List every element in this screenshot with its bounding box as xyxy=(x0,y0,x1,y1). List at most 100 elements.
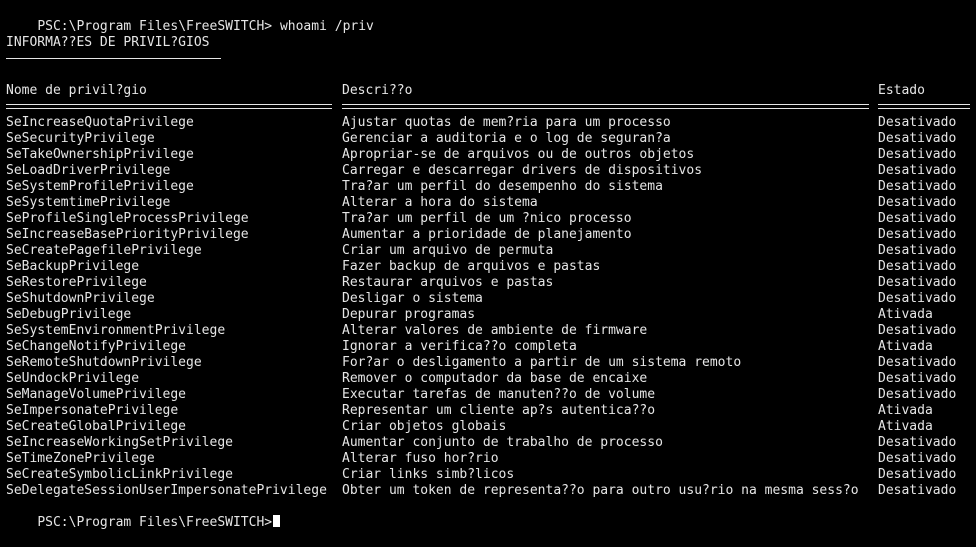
table-row: SeSystemtimePrivilege Alterar a hora do s… xyxy=(6,195,970,211)
table-row: SeLoadDriverPrivilege Carregar e descarre… xyxy=(6,163,970,179)
header-rule-state xyxy=(878,104,970,109)
privilege-description: Apropriar-se de arquivos ou de outros ob… xyxy=(342,147,695,162)
table-row: SeTimeZonePrivilege Alterar fuso hor?rio D… xyxy=(6,451,970,467)
privilege-state: Desativado xyxy=(878,435,957,450)
privilege-state: Desativado xyxy=(878,131,957,146)
command-text: whoami /priv xyxy=(279,19,374,34)
table-row: SeImpersonatePrivilege Representar um cli… xyxy=(6,403,970,419)
final-prompt-line[interactable]: PSC:\Program Files\FreeSWITCH> xyxy=(6,499,281,530)
table-row: SeTakeOwnershipPrivilege Apropriar-se de … xyxy=(6,147,970,163)
privilege-state: Desativado xyxy=(878,467,957,482)
table-row: SeUndockPrivilege Remover o computador da… xyxy=(6,371,970,387)
privilege-description: Criar um arquivo de permuta xyxy=(342,243,554,258)
table-row: SeSecurityPrivilege Gerenciar a auditoria… xyxy=(6,131,970,147)
privilege-state: Desativado xyxy=(878,243,957,258)
privilege-state: Desativado xyxy=(878,211,957,226)
privilege-name: SeIncreaseBasePriorityPrivilege xyxy=(6,227,249,242)
privilege-name: SeProfileSingleProcessPrivilege xyxy=(6,211,249,226)
privilege-name: SeSystemtimePrivilege xyxy=(6,195,171,210)
prompt: PSC:\Program Files\FreeSWITCH> xyxy=(37,19,273,34)
privilege-description: Executar tarefas de manuten??o de volume xyxy=(342,387,656,402)
privilege-name: SeImpersonatePrivilege xyxy=(6,403,179,418)
privilege-state: Desativado xyxy=(878,163,957,178)
privilege-name: SeIncreaseWorkingSetPrivilege xyxy=(6,435,233,450)
privilege-state: Desativado xyxy=(878,291,957,306)
privilege-name: SeShutdownPrivilege xyxy=(6,291,155,306)
privilege-state: Desativado xyxy=(878,147,957,162)
privilege-state: Desativado xyxy=(878,195,957,210)
privilege-name: SeIncreaseQuotaPrivilege xyxy=(6,115,194,130)
section-title-underline xyxy=(6,58,221,59)
terminal-window[interactable]: PSC:\Program Files\FreeSWITCH> whoami /p… xyxy=(0,0,976,530)
command-line: PSC:\Program Files\FreeSWITCH> whoami /p… xyxy=(6,3,374,34)
privilege-state: Desativado xyxy=(878,323,957,338)
table-row: SeRestorePrivilege Restaurar arquivos e p… xyxy=(6,275,970,291)
table-row: SeIncreaseWorkingSetPrivilege Aumentar co… xyxy=(6,435,970,451)
section-title: INFORMA??ES DE PRIVIL?GIOS xyxy=(6,35,210,50)
privilege-description: Representar um cliente ap?s autentica??o xyxy=(342,403,656,418)
privilege-name: SeSystemProfilePrivilege xyxy=(6,179,194,194)
header-rule-name xyxy=(6,104,332,109)
privilege-name: SeUndockPrivilege xyxy=(6,371,140,386)
table-row: SeShutdownPrivilege Desligar o sistema Des… xyxy=(6,291,970,307)
privilege-name: SeSecurityPrivilege xyxy=(6,131,155,146)
privilege-description: Alterar a hora do sistema xyxy=(342,195,538,210)
header-state: Estado xyxy=(878,83,925,98)
privilege-state: Ativada xyxy=(878,419,933,434)
header-description: Descri??o xyxy=(342,83,413,98)
privilege-name: SeManageVolumePrivilege xyxy=(6,387,187,402)
privilege-state: Desativado xyxy=(878,179,957,194)
privilege-name: SeCreateGlobalPrivilege xyxy=(6,419,187,434)
privilege-state: Desativado xyxy=(878,227,957,242)
privilege-description: Criar objetos globais xyxy=(342,419,507,434)
table-row: SeCreateSymbolicLinkPrivilege Criar links… xyxy=(6,467,970,483)
privilege-description: Alterar fuso hor?rio xyxy=(342,451,499,466)
privilege-name: SeSystemEnvironmentPrivilege xyxy=(6,323,226,338)
privilege-name: SeChangeNotifyPrivilege xyxy=(6,339,187,354)
privilege-description: Aumentar conjunto de trabalho de process… xyxy=(342,435,663,450)
privilege-state: Desativado xyxy=(878,371,957,386)
privilege-description: Gerenciar a auditoria e o log de seguran… xyxy=(342,131,671,146)
table-row: SeManageVolumePrivilege Executar tarefas … xyxy=(6,387,970,403)
table-row: SeRemoteShutdownPrivilege For?ar o deslig… xyxy=(6,355,970,371)
privilege-description: Restaurar arquivos e pastas xyxy=(342,275,554,290)
privilege-description: Criar links simb?licos xyxy=(342,467,515,482)
privilege-state: Desativado xyxy=(878,115,957,130)
header-rule-description xyxy=(342,104,869,109)
privilege-state: Desativado xyxy=(878,451,957,466)
text-cursor xyxy=(273,515,281,527)
privilege-state: Ativada xyxy=(878,339,933,354)
privilege-state: Desativado xyxy=(878,483,957,498)
table-row: SeCreatePagefilePrivilege Criar um arquiv… xyxy=(6,243,970,259)
privilege-description: Ignorar a verifica??o completa xyxy=(342,339,577,354)
privilege-name: SeTakeOwnershipPrivilege xyxy=(6,147,194,162)
table-row: SeCreateGlobalPrivilege Criar objetos glo… xyxy=(6,419,970,435)
table-row: SeSystemEnvironmentPrivilege Alterar valo… xyxy=(6,323,970,339)
final-prompt: PSC:\Program Files\FreeSWITCH> xyxy=(37,515,273,530)
privilege-description: For?ar o desligamento a partir de um sis… xyxy=(342,355,742,370)
privilege-description: Depurar programas xyxy=(342,307,476,322)
privilege-description: Desligar o sistema xyxy=(342,291,483,306)
privilege-state: Desativado xyxy=(878,275,957,290)
privilege-state: Ativada xyxy=(878,307,933,322)
privilege-description: Alterar valores de ambiente de firmware xyxy=(342,323,648,338)
privilege-state: Ativada xyxy=(878,403,933,418)
privilege-description: Ajustar quotas de mem?ria para um proces… xyxy=(342,115,671,130)
privilege-state: Desativado xyxy=(878,259,957,274)
table-row: SeChangeNotifyPrivilege Ignorar a verific… xyxy=(6,339,970,355)
privilege-description: Tra?ar um perfil de um ?nico processo xyxy=(342,211,632,226)
privilege-description: Tra?ar um perfil do desempenho do sistem… xyxy=(342,179,663,194)
privilege-name: SeLoadDriverPrivilege xyxy=(6,163,171,178)
table-row: SeIncreaseQuotaPrivilege Ajustar quotas d… xyxy=(6,115,970,131)
table-row: SeDebugPrivilege Depurar programas Ativada xyxy=(6,307,970,323)
privilege-name: SeCreatePagefilePrivilege xyxy=(6,243,202,258)
privilege-name: SeBackupPrivilege xyxy=(6,259,140,274)
table-row: SeSystemProfilePrivilege Tra?ar um perfil… xyxy=(6,179,970,195)
privilege-state: Desativado xyxy=(878,387,957,402)
privilege-description: Carregar e descarregar drivers de dispos… xyxy=(342,163,703,178)
privilege-name: SeRemoteShutdownPrivilege xyxy=(6,355,202,370)
privilege-name: SeDebugPrivilege xyxy=(6,307,132,322)
privilege-name: SeRestorePrivilege xyxy=(6,275,147,290)
privilege-name: SeTimeZonePrivilege xyxy=(6,451,155,466)
privilege-name: SeDelegateSessionUserImpersonatePrivileg… xyxy=(6,483,327,498)
